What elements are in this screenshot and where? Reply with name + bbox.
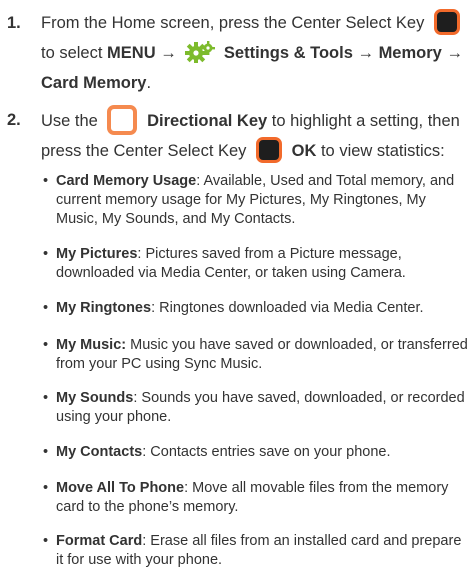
directional-key-icon xyxy=(107,105,138,135)
item-term: Move All To Phone xyxy=(56,480,185,496)
menu-label: MENU xyxy=(107,44,156,62)
bullet: • xyxy=(43,246,49,262)
item-term: My Sounds xyxy=(56,390,134,406)
settings-gear-icon xyxy=(185,41,216,63)
item-separator: : xyxy=(196,173,201,189)
item-term: My Pictures xyxy=(56,246,138,262)
step-text-segment: Use the xyxy=(41,112,98,130)
step-number: 1. xyxy=(7,14,21,32)
item-term: My Ringtones xyxy=(56,300,152,316)
bullet: • xyxy=(43,173,49,189)
step-text: Use the Directional Key to highlight a s… xyxy=(41,105,471,166)
ok-label: OK xyxy=(291,142,317,160)
step-line: Use the Directional Key to highlight a s… xyxy=(41,105,471,136)
item-separator: : xyxy=(184,480,189,496)
arrow: → xyxy=(160,44,177,62)
item-term: My Contacts xyxy=(56,444,143,460)
step-text-segment: to select xyxy=(41,44,103,62)
step-line: press the Center Select Key OK to view s… xyxy=(41,136,471,166)
item-separator: : xyxy=(142,533,147,549)
card-memory-label: Card Memory xyxy=(41,74,147,92)
arrow: → xyxy=(357,44,374,62)
bullet: • xyxy=(43,533,49,549)
center-select-key-icon xyxy=(256,137,283,163)
directional-key-label: Directional Key xyxy=(147,112,268,130)
step-number: 2. xyxy=(7,111,21,129)
item-separator: : xyxy=(142,444,147,460)
bullet: • xyxy=(43,337,49,353)
instruction-page: 1. From the Home screen, press the Cente… xyxy=(0,0,475,568)
step-text-segment: to highlight a setting, then xyxy=(271,112,460,130)
step-line: From the Home screen, press the Center S… xyxy=(41,8,471,38)
item-separator: : xyxy=(137,246,142,262)
step-text-segment: to view statistics: xyxy=(320,142,445,160)
settings-tools-label: Settings & Tools xyxy=(223,44,353,62)
item-term: Format Card xyxy=(56,533,143,549)
step-text: From the Home screen, press the Center S… xyxy=(41,8,471,98)
bullet: • xyxy=(43,444,49,460)
step-text-segment: press the Center Select Key xyxy=(41,142,247,160)
center-select-key-icon xyxy=(433,9,460,35)
arrow: → xyxy=(446,44,463,62)
item-term: My Music: xyxy=(56,337,127,353)
item-separator: : xyxy=(151,300,156,316)
step-line: to select MENU → Settings & Tools → Memo… xyxy=(41,38,471,68)
memory-label: Memory xyxy=(378,44,442,62)
item-separator: : xyxy=(133,390,138,406)
step-line: Card Memory. xyxy=(41,68,471,98)
bullet: • xyxy=(43,390,49,406)
bullet: • xyxy=(43,300,49,316)
bullet: • xyxy=(43,480,49,496)
item-description: Contacts entries save on your phone. xyxy=(150,444,391,460)
step-text-segment: From the Home screen, press the Center S… xyxy=(41,14,425,32)
item-term: Card Memory Usage xyxy=(56,173,197,189)
period: . xyxy=(146,74,152,92)
item-description: Ringtones downloaded via Media Center. xyxy=(159,300,424,316)
